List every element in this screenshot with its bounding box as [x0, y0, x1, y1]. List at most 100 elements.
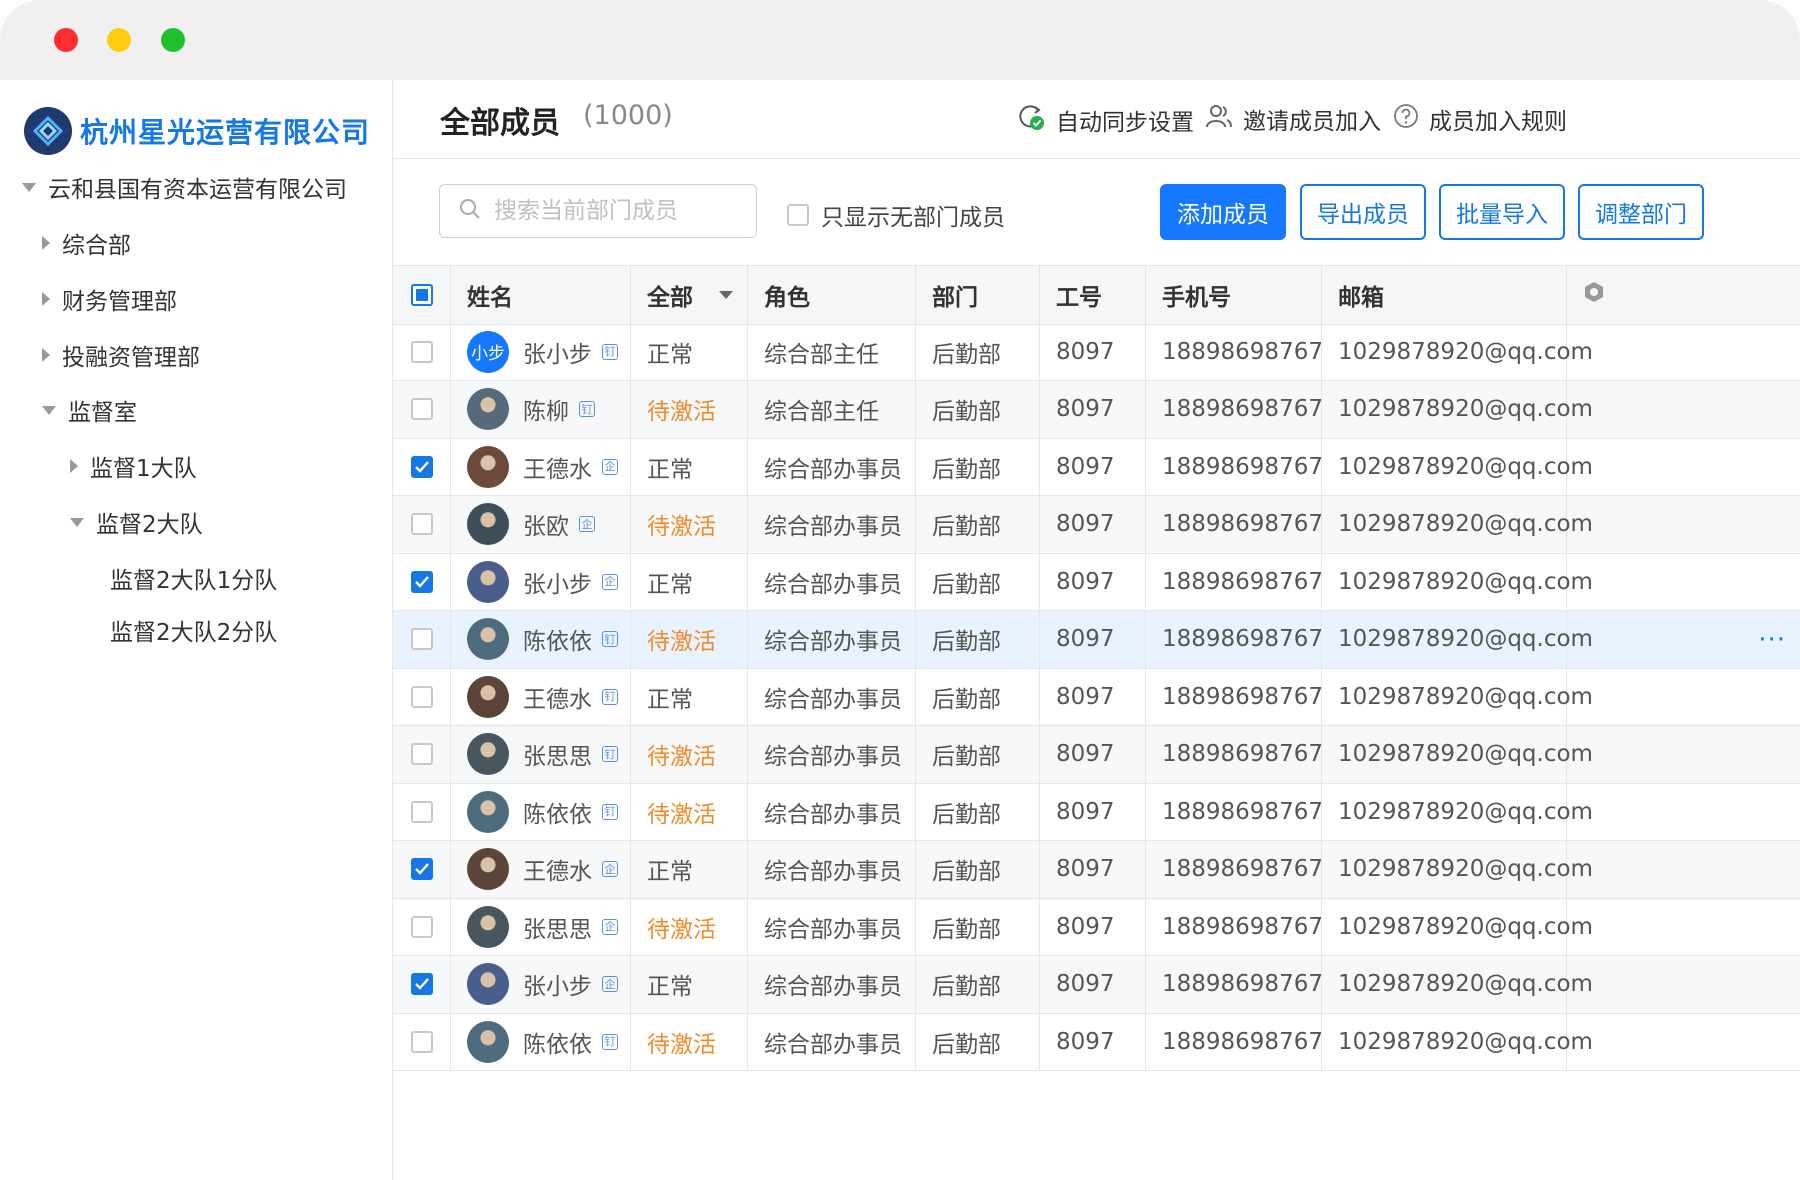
member-name-cell: 张欧企	[451, 495, 631, 553]
col-email[interactable]: 邮箱	[1322, 266, 1567, 324]
dept-cell: 后勤部	[916, 668, 1040, 725]
col-role[interactable]: 角色	[748, 266, 916, 324]
maximize-window-button[interactable]	[161, 28, 185, 52]
search-input[interactable]	[492, 197, 746, 225]
dept-cell: 后勤部	[916, 610, 1040, 668]
col-name[interactable]: 姓名	[451, 266, 631, 324]
tree-item[interactable]: 财务管理部	[42, 282, 177, 316]
email-cell: 1029878920@qq.com	[1322, 610, 1593, 668]
more-actions-icon[interactable]: ···	[1758, 625, 1786, 655]
row-checkbox[interactable]	[411, 973, 433, 995]
member-name[interactable]: 张欧	[523, 507, 569, 541]
table-row[interactable]: 张欧企待激活 综合部办事员 后勤部 8097 18898698767 1029878920…	[393, 495, 1800, 554]
tree-item[interactable]: 监督2大队1分队	[110, 561, 277, 595]
member-name[interactable]: 王德水	[523, 450, 592, 484]
table-row[interactable]: 小步 张小步钉正常 综合部主任 后勤部 8097 18898698767 102987892…	[393, 323, 1800, 381]
row-checkbox[interactable]	[411, 685, 433, 708]
tree-item[interactable]: 云和县国有资本运营有限公司	[22, 170, 347, 204]
col-phone[interactable]: 手机号	[1146, 266, 1322, 324]
batch-import-button[interactable]: 批量导入	[1439, 184, 1565, 240]
table-row[interactable]: 陈柳钉待激活 综合部主任 后勤部 8097 18898698767 1029878920@…	[393, 380, 1800, 439]
tree-item[interactable]: 监督2大队	[70, 505, 203, 539]
row-checkbox[interactable]	[411, 398, 433, 420]
select-all-checkbox[interactable]	[411, 284, 433, 306]
tree-item[interactable]: 综合部	[42, 226, 131, 260]
caret-down-icon[interactable]	[22, 182, 36, 192]
table-row[interactable]: 陈依依钉待激活 综合部办事员 后勤部 8097 18898698767 102987892…	[393, 783, 1800, 841]
caret-right-icon[interactable]	[42, 236, 50, 250]
company-name[interactable]: 杭州星光运营有限公司	[80, 111, 370, 151]
member-name[interactable]: 陈依依	[523, 622, 592, 656]
tree-item[interactable]: 监督2大队2分队	[110, 613, 277, 647]
account-source-badge: 企	[579, 516, 595, 532]
row-checkbox[interactable]	[411, 915, 433, 938]
only-no-dept-checkbox[interactable]	[787, 204, 809, 226]
col-id[interactable]: 工号	[1040, 266, 1146, 324]
row-checkbox[interactable]	[411, 1030, 433, 1053]
role-cell: 综合部办事员	[748, 725, 916, 783]
role-cell: 综合部主任	[748, 380, 916, 438]
adjust-department-button[interactable]: 调整部门	[1578, 184, 1704, 240]
join-rules-link[interactable]: 成员加入规则	[1393, 102, 1567, 136]
row-checkbox[interactable]	[411, 628, 433, 650]
title-bar	[0, 0, 1800, 80]
row-checkbox[interactable]	[411, 340, 433, 363]
auto-sync-settings-link[interactable]: 自动同步设置	[1016, 102, 1194, 138]
caret-down-icon[interactable]	[42, 405, 56, 415]
member-name[interactable]: 张思思	[523, 737, 592, 771]
caret-right-icon[interactable]	[42, 292, 50, 306]
tree-item[interactable]: 投融资管理部	[42, 338, 200, 372]
table-row[interactable]: 王德水企正常 综合部办事员 后勤部 8097 18898698767 1029878920…	[393, 840, 1800, 899]
col-dept[interactable]: 部门	[916, 266, 1040, 324]
minimize-window-button[interactable]	[107, 28, 131, 52]
col-status-filter[interactable]: 全部	[631, 266, 748, 324]
row-checkbox[interactable]	[411, 455, 433, 478]
id-cell: 8097	[1040, 898, 1146, 955]
tree-item[interactable]: 监督室	[42, 393, 137, 427]
account-source-badge: 钉	[602, 688, 618, 705]
row-checkbox[interactable]	[411, 743, 433, 765]
member-name[interactable]: 张小步	[523, 565, 592, 599]
row-checkbox[interactable]	[411, 513, 433, 535]
row-select-cell	[393, 323, 451, 380]
table-row[interactable]: 张小步企正常 综合部办事员 后勤部 8097 18898698767 1029878920…	[393, 955, 1800, 1014]
table-row[interactable]: 王德水企正常 综合部办事员 后勤部 8097 18898698767 1029878920…	[393, 438, 1800, 496]
member-name[interactable]: 张小步	[523, 335, 592, 369]
tree-item[interactable]: 监督1大队	[70, 449, 197, 483]
member-name[interactable]: 张思思	[523, 910, 592, 944]
settings-hexagon-icon[interactable]	[1582, 280, 1606, 310]
member-name[interactable]: 陈柳	[523, 392, 569, 426]
member-name[interactable]: 张小步	[523, 967, 592, 1001]
row-actions-cell	[1567, 898, 1800, 955]
invite-members-link[interactable]: 邀请成员加入	[1205, 102, 1381, 136]
caret-right-icon[interactable]	[70, 459, 78, 473]
only-no-dept-filter[interactable]: 只显示无部门成员	[787, 198, 1005, 232]
row-checkbox[interactable]	[411, 858, 433, 880]
dept-cell: 后勤部	[916, 438, 1040, 495]
phone-cell: 18898698767	[1146, 898, 1323, 955]
table-row[interactable]: 王德水钉正常 综合部办事员 后勤部 8097 18898698767 1029878920…	[393, 668, 1800, 726]
member-name[interactable]: 陈依依	[523, 795, 592, 829]
tree-item-label: 财务管理部	[62, 289, 177, 315]
export-members-button[interactable]: 导出成员	[1300, 184, 1426, 240]
status-cell: 正常	[631, 323, 748, 380]
table-row[interactable]: 陈依依钉待激活 综合部办事员 后勤部 8097 18898698767 102987892…	[393, 1013, 1800, 1071]
member-name-cell: 陈柳钉	[451, 380, 631, 438]
add-member-button[interactable]: 添加成员	[1160, 184, 1286, 240]
member-name-cell: 小步 张小步钉	[451, 323, 631, 380]
caret-right-icon[interactable]	[42, 348, 50, 362]
role-cell: 综合部办事员	[748, 783, 916, 840]
table-row[interactable]: 张思思企待激活 综合部办事员 后勤部 8097 18898698767 102987892…	[393, 898, 1800, 956]
member-name[interactable]: 王德水	[523, 852, 592, 886]
table-row[interactable]: 张思思钉待激活 综合部办事员 后勤部 8097 18898698767 102987892…	[393, 725, 1800, 784]
member-name[interactable]: 王德水	[523, 680, 592, 714]
caret-down-icon[interactable]	[70, 517, 84, 527]
table-row[interactable]: 陈依依钉待激活 综合部办事员 后勤部 8097 18898698767 102987892…	[393, 610, 1800, 669]
row-checkbox[interactable]	[411, 570, 433, 593]
table-row[interactable]: 张小步企正常 综合部办事员 后勤部 8097 18898698767 1029878920…	[393, 553, 1800, 611]
search-box[interactable]	[439, 184, 757, 238]
row-checkbox[interactable]	[411, 800, 433, 823]
member-name[interactable]: 陈依依	[523, 1025, 592, 1059]
role-cell: 综合部主任	[748, 323, 916, 380]
close-window-button[interactable]	[54, 28, 78, 52]
